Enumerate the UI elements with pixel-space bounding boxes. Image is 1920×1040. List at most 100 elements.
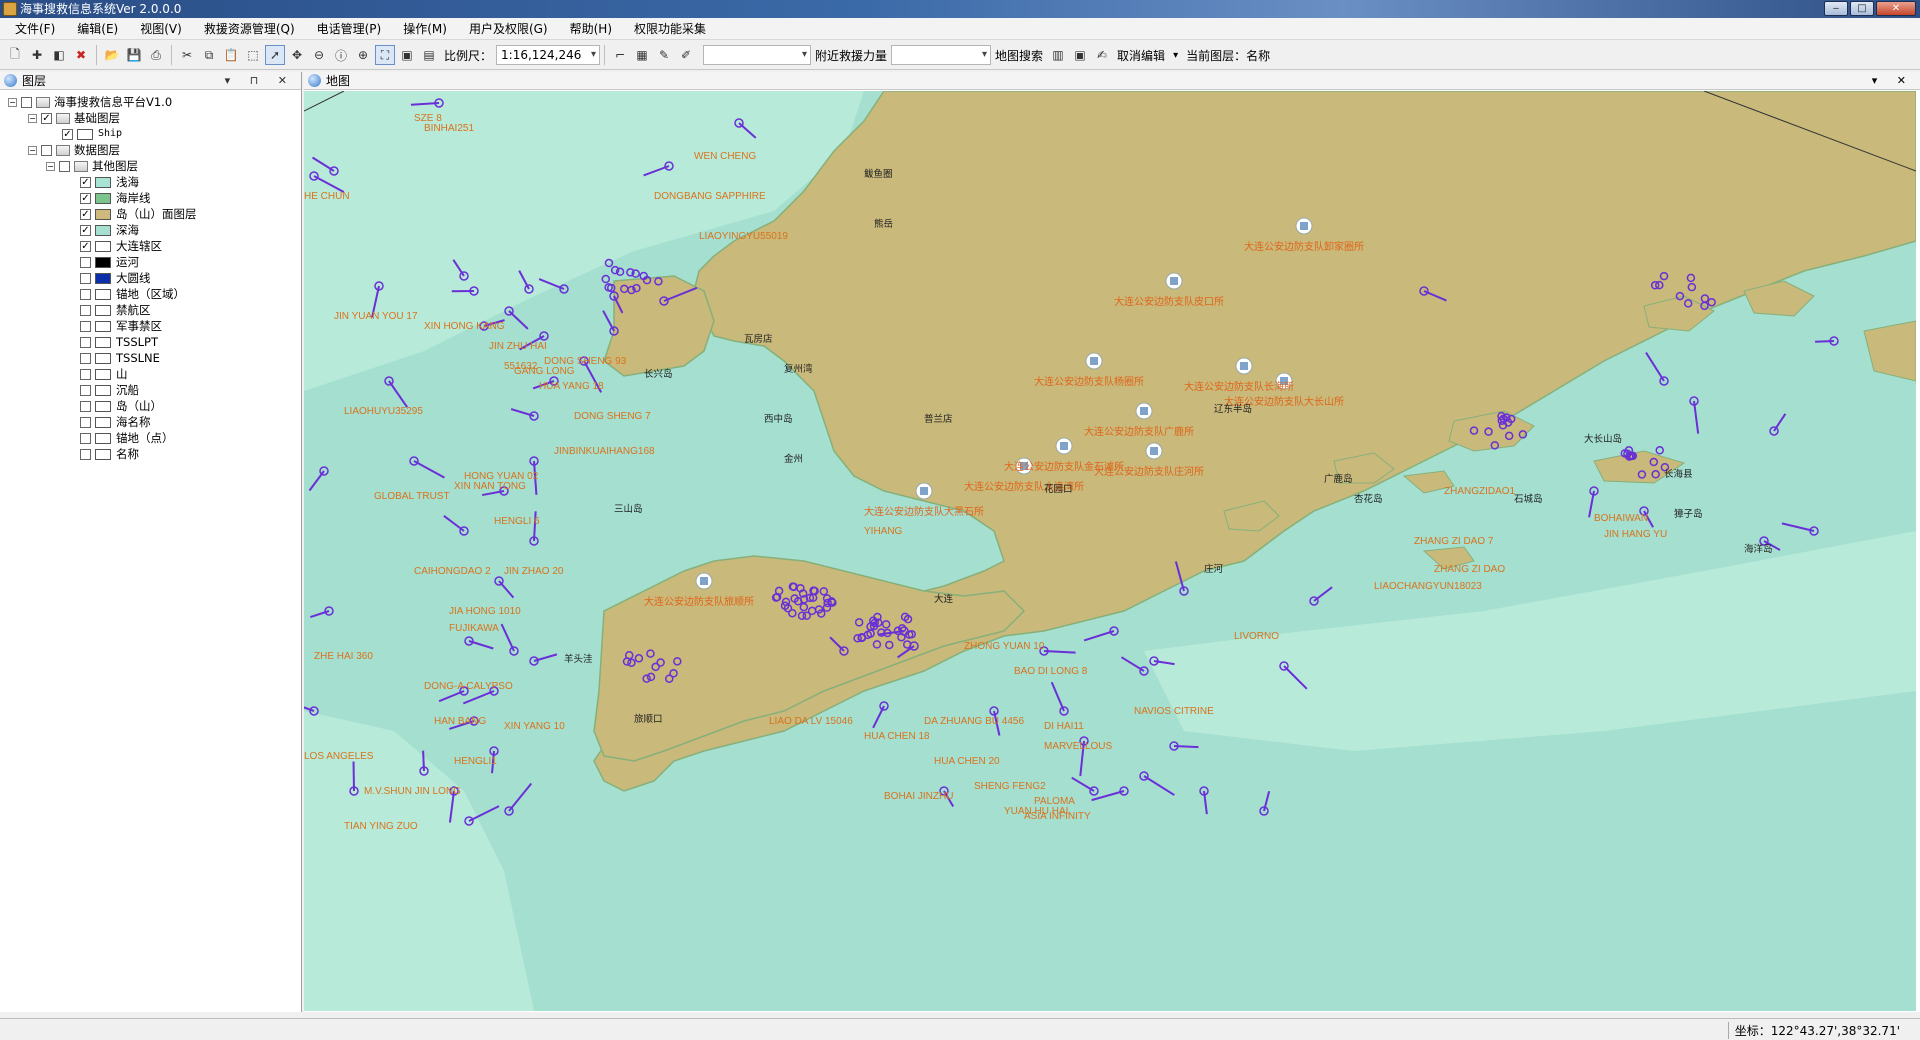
open-icon[interactable]: 📂 — [102, 45, 122, 65]
ship-marker[interactable] — [1689, 396, 1700, 434]
checkbox[interactable]: ✓ — [80, 208, 91, 220]
layer-item[interactable]: ✓ 大连辖区 — [80, 238, 162, 254]
layer-item[interactable]: 运河 — [80, 254, 139, 270]
tree-ship-layer[interactable]: ✓ Ship — [62, 126, 122, 142]
map-svg[interactable] — [304, 91, 1916, 1011]
police-station-icon[interactable] — [915, 482, 933, 500]
menu-edit[interactable]: 编辑(E) — [70, 18, 125, 39]
close-button[interactable]: ✕ — [1876, 1, 1916, 16]
ship-marker[interactable] — [872, 701, 889, 729]
checkbox[interactable] — [80, 368, 91, 380]
layer-select-combo[interactable] — [703, 45, 812, 65]
collapse-icon[interactable]: − — [8, 97, 17, 107]
menu-file[interactable]: 文件(F) — [8, 18, 62, 39]
ship-marker[interactable] — [384, 376, 408, 408]
police-station-icon[interactable] — [1165, 272, 1183, 290]
copy-icon[interactable]: ⧉ — [199, 45, 219, 65]
select-box-icon[interactable]: ⬚ — [243, 45, 263, 65]
police-station-icon[interactable] — [695, 572, 713, 590]
menu-operation[interactable]: 操作(M) — [396, 18, 454, 39]
menu-help[interactable]: 帮助(H) — [563, 18, 619, 39]
maximize-button[interactable]: □ — [1850, 1, 1874, 16]
checkbox[interactable] — [80, 304, 91, 316]
collapse-icon[interactable]: − — [28, 113, 37, 123]
ship-marker[interactable] — [409, 456, 445, 479]
tree-root[interactable]: − 海事搜救信息平台V1.0 — [8, 94, 172, 110]
ship-marker[interactable] — [529, 653, 558, 666]
layer-item[interactable]: 名称 — [80, 446, 139, 462]
layer-item[interactable]: 锚地（点） — [80, 430, 174, 446]
ship-marker[interactable] — [1120, 656, 1149, 676]
cut-icon[interactable]: ✂ — [177, 45, 197, 65]
layer-item[interactable]: 山 — [80, 366, 128, 382]
measure-icon[interactable]: ▤ — [419, 45, 439, 65]
checkbox[interactable] — [21, 96, 32, 108]
photo-icon[interactable]: ▣ — [1070, 45, 1090, 65]
checkbox[interactable] — [80, 384, 91, 396]
ship-marker[interactable] — [1645, 352, 1669, 386]
layer-item[interactable]: 岛（山） — [80, 398, 162, 414]
layer-item[interactable]: ✓ 海岸线 — [80, 190, 151, 206]
police-station-icon[interactable] — [1145, 442, 1163, 460]
save-icon[interactable]: 💾 — [124, 45, 144, 65]
checkbox[interactable] — [80, 336, 91, 348]
menu-phone[interactable]: 电话管理(P) — [310, 18, 389, 39]
ship-marker[interactable] — [308, 466, 329, 492]
full-extent-icon[interactable]: ⛶ — [375, 45, 395, 65]
menu-view[interactable]: 视图(V) — [133, 18, 189, 39]
menu-users[interactable]: 用户及权限(G) — [462, 18, 555, 39]
ship-marker[interactable] — [1199, 786, 1209, 815]
layer-item[interactable]: 大圆线 — [80, 270, 151, 286]
ship-marker[interactable] — [1050, 681, 1069, 716]
zoom-out-icon[interactable]: ⊖ — [309, 45, 329, 65]
ship-marker[interactable] — [1083, 626, 1119, 642]
police-station-icon[interactable] — [1135, 402, 1153, 420]
ship-marker[interactable] — [1769, 413, 1787, 436]
ship-marker[interactable] — [1169, 741, 1199, 751]
print-icon[interactable]: ⎙ — [146, 45, 166, 65]
attribute-icon[interactable]: ✐ — [676, 45, 696, 65]
ship-marker[interactable] — [1309, 586, 1333, 606]
draw-line-icon[interactable]: ⌐ — [610, 45, 630, 65]
map-search-button[interactable]: 地图搜索 — [995, 47, 1043, 64]
police-station-icon[interactable] — [1085, 352, 1103, 370]
checkbox[interactable] — [80, 352, 91, 364]
collapse-icon[interactable]: − — [28, 145, 37, 155]
checkbox[interactable] — [59, 160, 70, 172]
layer-item[interactable]: 军事禁区 — [80, 318, 162, 334]
checkbox[interactable] — [80, 448, 91, 460]
checkbox[interactable] — [80, 272, 91, 284]
menu-permission-collect[interactable]: 权限功能采集 — [627, 18, 713, 39]
layer-item[interactable]: 锚地（区域） — [80, 286, 185, 302]
dropdown-arrow-icon[interactable]: ▾ — [1173, 50, 1178, 61]
layer-item[interactable]: 海名称 — [80, 414, 151, 430]
tree-data-group[interactable]: − 数据图层 — [28, 142, 120, 158]
map-panel-controls[interactable]: ▾ ✕ — [1872, 72, 1914, 90]
checkbox[interactable]: ✓ — [62, 128, 73, 140]
add-data-icon[interactable]: ✚ — [27, 45, 47, 65]
nearby-rescue-combo[interactable] — [891, 45, 992, 65]
ship-marker[interactable] — [1039, 646, 1076, 656]
layer-item[interactable]: 禁航区 — [80, 302, 151, 318]
ship-marker[interactable] — [1259, 790, 1271, 816]
table-icon[interactable]: ▥ — [1048, 45, 1068, 65]
tree-other-group[interactable]: − 其他图层 — [46, 158, 138, 174]
layer-item[interactable]: ✓ 浅海 — [80, 174, 139, 190]
ship-marker[interactable] — [504, 782, 533, 816]
zoom-in-icon[interactable]: ⊕ — [353, 45, 373, 65]
tree-base-group[interactable]: − ✓ 基础图层 — [28, 110, 120, 126]
checkbox[interactable] — [80, 400, 91, 412]
delete-layer-icon[interactable]: ✖ — [71, 45, 91, 65]
police-station-icon[interactable] — [1295, 217, 1313, 235]
checkbox[interactable]: ✓ — [80, 224, 91, 236]
checkbox[interactable] — [80, 320, 91, 332]
checkbox[interactable] — [80, 288, 91, 300]
ship-marker[interactable] — [504, 306, 529, 330]
checkbox[interactable] — [80, 432, 91, 444]
collapse-icon[interactable]: − — [46, 161, 55, 171]
layer-item[interactable]: ✓ 深海 — [80, 222, 139, 238]
menu-rescue-resources[interactable]: 救援资源管理(Q) — [197, 18, 302, 39]
layer-item[interactable]: TSSLNE — [80, 350, 160, 366]
checkbox[interactable] — [41, 144, 52, 156]
ship-marker[interactable] — [310, 606, 334, 618]
